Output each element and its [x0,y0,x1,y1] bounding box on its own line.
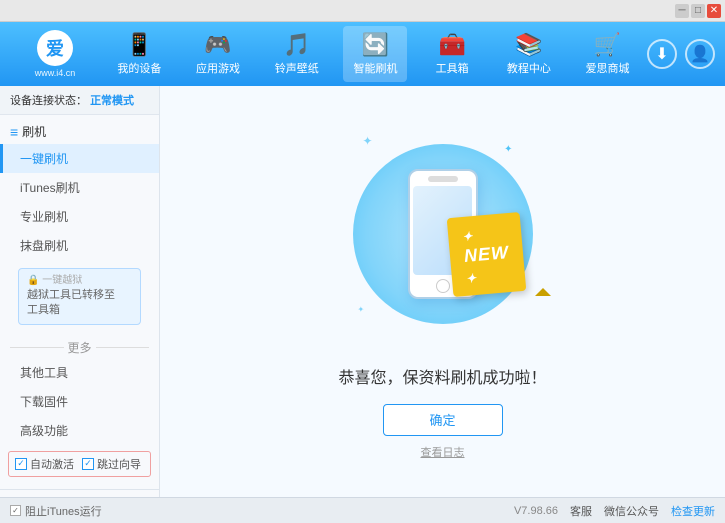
wipe-flash-label: 抹盘刷机 [20,239,68,253]
nav-ringtones-label: 铃声壁纸 [275,60,319,76]
status-value: 正常模式 [90,95,134,107]
skip-guide-cb-icon: ✓ [82,458,94,470]
nav-ringtones-icon: 🎵 [283,32,310,58]
sparkle-3: ✦ [358,305,365,314]
ribbon-right [543,288,551,296]
customer-service-link[interactable]: 客服 [570,503,592,519]
nav-toolbox[interactable]: 🧰 工具箱 [422,26,482,82]
nav-tutorials-label: 教程中心 [507,60,551,76]
header-actions: ⬇ 👤 [647,39,715,69]
nav-store[interactable]: 🛒 爱思商城 [576,26,640,82]
jailbreak-notice: 🔒 一键越狱 越狱工具已转移至工具箱 [18,268,141,325]
new-badge: NEW [446,211,526,296]
close-button[interactable]: ✕ [707,4,721,18]
auto-activate-cb-icon: ✓ [15,458,27,470]
nav-smart-flash-label: 智能刷机 [353,60,397,76]
auto-activate-checkbox[interactable]: ✓ 自动激活 [15,456,74,472]
status-bar: 设备连接状态： 正常模式 [0,86,159,115]
logo-area: 爱 www.i4.cn [10,30,100,78]
logo-subtitle: www.i4.cn [35,68,76,78]
minimize-button[interactable]: ─ [675,4,689,18]
sidebar-item-other-tools[interactable]: 其他工具 [0,358,159,387]
notice-lock-label: 🔒 一键越狱 [27,274,132,288]
flash-section-icon: ≡ [10,124,18,140]
stop-itunes-checkbox[interactable]: ✓ [10,505,21,516]
pro-flash-label: 专业刷机 [20,210,68,224]
nav-store-icon: 🛒 [594,32,621,58]
download-firmware-label: 下载固件 [20,395,68,409]
sidebar-item-itunes-flash[interactable]: iTunes刷机 [0,173,159,202]
device-section: 📱 iPhone 12 mini 64GB Down-12mini-13.1 [0,489,159,497]
footer-version: V7.98.66 [514,505,558,517]
one-click-flash-label: 一键刷机 [20,152,68,166]
auto-activate-label: 自动激活 [30,456,74,472]
skip-guide-label: 跳过向导 [97,456,141,472]
nav-my-device[interactable]: 📱 我的设备 [107,26,171,82]
checkbox-row: ✓ 自动激活 ✓ 跳过向导 [8,451,151,477]
sidebar-item-one-click-flash[interactable]: 一键刷机 [0,144,159,173]
header: 爱 www.i4.cn 📱 我的设备 🎮 应用游戏 🎵 铃声壁纸 🔄 智能刷机 … [0,22,725,86]
logo-icon: 爱 [37,30,73,66]
success-message: 恭喜您，保资料刷机成功啦！ [338,364,546,388]
nav-device-icon: 📱 [126,32,153,58]
notice-text: 越狱工具已转移至工具箱 [27,288,132,319]
phone-home-btn [436,279,450,293]
maximize-button[interactable]: □ [691,4,705,18]
phone-top-bar [428,176,458,182]
nav-store-label: 爱思商城 [586,60,630,76]
nav-tutorials-icon: 📚 [515,32,542,58]
title-bar: ─ □ ✕ [0,0,725,22]
user-button[interactable]: 👤 [685,39,715,69]
stop-itunes-label: 阻止iTunes运行 [25,503,102,519]
main-layout: 设备连接状态： 正常模式 ≡ 刷机 一键刷机 iTunes刷机 专业刷机 抹盘刷… [0,86,725,497]
check-update-link[interactable]: 检查更新 [671,503,715,519]
sparkle-2: ✦ [504,144,512,155]
itunes-flash-label: iTunes刷机 [20,181,80,195]
more-section-header: 更多 [0,333,159,358]
other-tools-label: 其他工具 [20,366,68,380]
nav-apps-games[interactable]: 🎮 应用游戏 [186,26,250,82]
nav-apps-icon: 🎮 [204,32,231,58]
sparkle-1: ✦ [363,134,373,148]
nav-tutorials[interactable]: 📚 教程中心 [497,26,561,82]
nav-bar: 📱 我的设备 🎮 应用游戏 🎵 铃声壁纸 🔄 智能刷机 🧰 工具箱 📚 教程中心… [100,26,647,82]
content-area: ✦ ✦ ✦ NEW 恭喜您，保资料刷机成功啦！ 确定 查看日志 [160,86,725,497]
sidebar-item-advanced[interactable]: 高级功能 [0,416,159,445]
nav-ringtones[interactable]: 🎵 铃声壁纸 [265,26,329,82]
nav-device-label: 我的设备 [117,60,161,76]
status-label: 设备连接状态： [10,95,87,107]
ribbon-left [535,288,543,296]
divider-line-left [10,347,64,348]
nav-apps-label: 应用游戏 [196,60,240,76]
nav-toolbox-icon: 🧰 [438,32,465,58]
flash-section-title: 刷机 [22,123,46,140]
sidebar-item-download-firmware[interactable]: 下载固件 [0,387,159,416]
more-section-title: 更多 [68,339,92,356]
footer-right: V7.98.66 客服 微信公众号 检查更新 [514,503,715,519]
flash-section-header: ≡ 刷机 [0,115,159,144]
sidebar: 设备连接状态： 正常模式 ≡ 刷机 一键刷机 iTunes刷机 专业刷机 抹盘刷… [0,86,160,497]
download-button[interactable]: ⬇ [647,39,677,69]
nav-toolbox-label: 工具箱 [436,60,469,76]
phone-illustration: ✦ ✦ ✦ NEW [333,124,553,344]
skip-guide-checkbox[interactable]: ✓ 跳过向导 [82,456,141,472]
confirm-button[interactable]: 确定 [383,404,503,436]
divider-line-right [96,347,150,348]
footer: ✓ 阻止iTunes运行 V7.98.66 客服 微信公众号 检查更新 [0,497,725,523]
advanced-label: 高级功能 [20,424,68,438]
secondary-link[interactable]: 查看日志 [421,444,465,460]
sidebar-item-wipe-flash[interactable]: 抹盘刷机 [0,231,159,260]
sidebar-item-pro-flash[interactable]: 专业刷机 [0,202,159,231]
wechat-public-link[interactable]: 微信公众号 [604,503,659,519]
nav-smart-flash-icon: 🔄 [362,32,389,58]
nav-smart-flash[interactable]: 🔄 智能刷机 [343,26,407,82]
footer-left: ✓ 阻止iTunes运行 [10,503,102,519]
